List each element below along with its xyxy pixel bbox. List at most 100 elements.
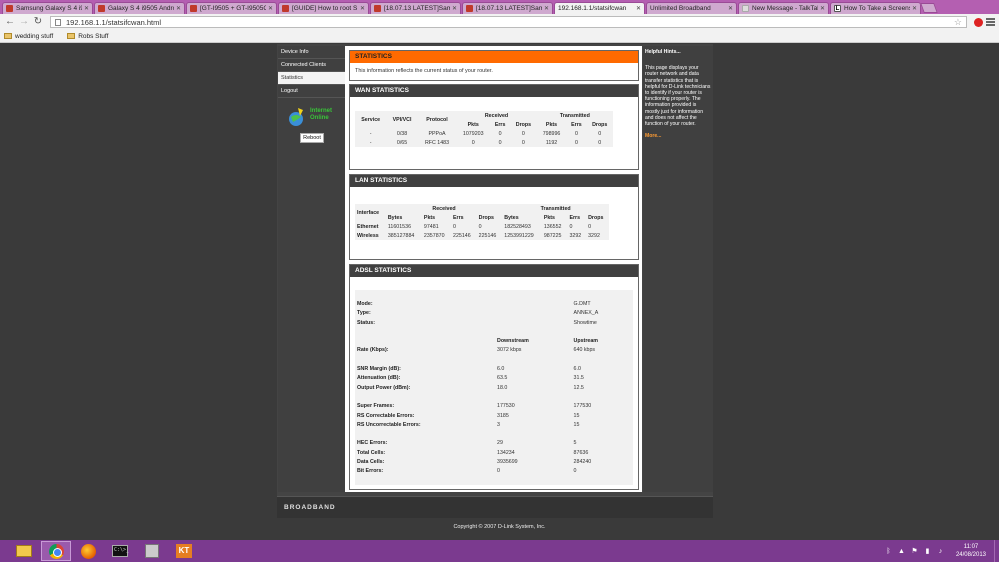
wan-sub-tx-errs: Errs [566,120,587,129]
hints-more-link[interactable]: More... [645,133,711,139]
command-prompt-icon: C:\>_ [112,545,129,557]
taskbar-network-app[interactable] [137,541,167,561]
clock-time: 11:07 [963,544,979,550]
status-line-1: Internet [310,108,333,114]
close-tab-icon[interactable]: ✕ [544,5,549,12]
browser-tab-6[interactable]: [18.07.13 LATEST]Sams ✕ [462,2,553,14]
chrome-icon [48,543,64,559]
action-center-flag-icon[interactable]: ⚑ [911,548,918,555]
bookmarks-bar: wedding stuff Robs Stuff [0,30,999,43]
taskbar-cmd[interactable]: C:\>_ [105,541,135,561]
show-desktop-button[interactable] [994,540,999,562]
copyright-text: Copyright © 2007 D-Link System, Inc. [453,524,546,530]
taskbar-kt[interactable]: KT [169,541,199,561]
adsl-table: Mode: G.DMT Type: ANNEX_A Status: Showtime … [355,290,633,486]
tray-arrow-icon[interactable]: ▲ [898,548,905,555]
page-info-icon[interactable] [55,18,61,26]
forum-favicon-icon [6,5,13,12]
close-tab-icon[interactable]: ✕ [360,5,365,12]
wan-col-vpi: VPI/VCI [386,111,418,129]
adsl-section: ADSL STATISTICS Mode: G.DMT Type: ANNEX_A … [349,264,639,490]
forum-favicon-icon [374,5,381,12]
close-tab-icon[interactable]: ✕ [912,5,917,12]
hints-title: Helpful Hints... [645,49,681,55]
folder-icon [4,33,12,39]
broadband-logo: BROADBAND [284,504,336,511]
clock[interactable]: 11:07 24/08/2013 [956,543,986,559]
close-tab-icon[interactable]: ✕ [728,5,733,12]
table-row: Total Cells: 134234 87636 [355,448,633,458]
browser-tab-3[interactable]: [GT-I9505 + GT-I9505G ✕ [186,2,277,14]
nav-device-info[interactable]: Device Info [278,46,345,59]
network-app-icon [145,544,159,558]
wan-sub-rx-errs: Errs [490,120,511,129]
back-arrow-icon[interactable]: ← [4,16,16,28]
taskbar-chrome[interactable] [41,541,71,561]
taskbar-firefox[interactable] [73,541,103,561]
wan-sub-rx-pkts: Pkts [456,120,491,129]
wan-col-service: Service [355,111,387,129]
table-row: Super Frames: 177530 177530 [355,401,633,411]
page-viewport: Device Info Connected Clients Statistics… [0,44,999,540]
bookmark-folder-robs[interactable]: Robs Stuff [67,33,108,40]
close-tab-icon[interactable]: ✕ [452,5,457,12]
menu-icon[interactable] [986,18,995,26]
table-row: Wireless 385127884 2357870 225146 225146… [355,231,609,240]
footer-brand-bar: BROADBAND [277,496,713,518]
browser-tab-8[interactable]: Unlimited Broadband ✕ [0,2,737,51]
file-explorer-icon [16,545,32,557]
close-tab-icon[interactable]: ✕ [636,5,641,12]
forward-arrow-icon[interactable]: → [18,16,30,28]
browser-tab-4[interactable]: [GUIDE] How to root S ✕ [278,2,369,14]
browser-tab-2[interactable]: Galaxy S 4 i9505 Androi ✕ [94,2,185,14]
close-tab-icon[interactable]: ✕ [84,5,89,12]
wan-sub-tx-drops: Drops [586,120,613,129]
forum-favicon-icon [282,5,289,12]
table-row: - 0/38 PPPoA 1079203 0 0 798996 0 0 [355,129,613,138]
taskbar-explorer[interactable] [9,541,39,561]
kt-app-icon: KT [176,544,192,558]
close-tab-icon[interactable]: ✕ [176,5,181,12]
browser-tab-5[interactable]: [18.07.13 LATEST]Sams ✕ [370,2,461,14]
reload-icon[interactable]: ↻ [32,16,44,28]
browser-tab-7-active[interactable]: 192.168.1.1/statsifcwan ✕ [0,2,645,51]
browser-tab-10[interactable]: L How To Take a Screens ✕ [830,2,921,14]
table-row: Bit Errors: 0 0 [355,466,633,476]
table-row: RS Correctable Errors: 3185 15 [355,410,633,421]
network-icon[interactable]: ▮ [924,548,931,555]
close-tab-icon[interactable]: ✕ [268,5,273,12]
volume-icon[interactable]: ♪ [937,548,944,555]
nav-statistics[interactable]: Statistics [278,72,345,85]
browser-tab-1[interactable]: Samsung Galaxy S 4 i95 ✕ [2,2,93,14]
table-row: Status: Showtime [355,317,633,328]
browser-tab-9[interactable]: New Message - TalkTal ✕ [738,2,829,14]
table-row: HEC Errors: 29 5 [355,438,633,449]
folder-icon [67,33,76,39]
forum-favicon-icon [190,5,197,12]
wan-table: Service VPI/VCI Protocol Received Transm… [355,111,613,147]
nav-connected-clients[interactable]: Connected Clients [278,59,345,72]
bluetooth-icon[interactable]: ᛒ [885,548,892,555]
mail-favicon-icon [742,5,749,12]
left-navigation: Device Info Connected Clients Statistics… [278,46,345,492]
reboot-button[interactable]: Reboot [300,133,324,143]
l-favicon-icon: L [834,5,841,12]
extension-icon[interactable] [974,17,983,27]
bookmark-folder-wedding[interactable]: wedding stuff [4,33,53,40]
new-tab-button[interactable] [920,3,938,13]
close-tab-icon[interactable]: ✕ [820,5,825,12]
bookmark-star-icon[interactable]: ☆ [954,17,962,28]
address-bar[interactable]: 192.168.1.1/statsifcwan.html ☆ [50,16,967,28]
wan-col-received: Received [456,111,537,120]
internet-status: Internet Online [278,108,345,130]
table-row: Rate (Kbps): 3072 kbps 640 kbps [355,345,633,356]
globe-status-icon [289,108,303,126]
nav-logout[interactable]: Logout [278,85,345,98]
table-row: Downstream Upstream [355,336,633,346]
firefox-icon [80,543,96,559]
browser-toolbar: ← → ↻ 192.168.1.1/statsifcwan.html ☆ [0,14,999,30]
windows-taskbar: C:\>_ KT ᛒ ▲ ⚑ ▮ ♪ 11:07 24/08/2013 [0,540,999,562]
statistics-intro: This information reflects the current st… [355,68,493,74]
lan-table: Interface Received Transmitted Bytes Pkt… [355,204,609,240]
wan-sub-tx-pkts: Pkts [536,120,567,129]
